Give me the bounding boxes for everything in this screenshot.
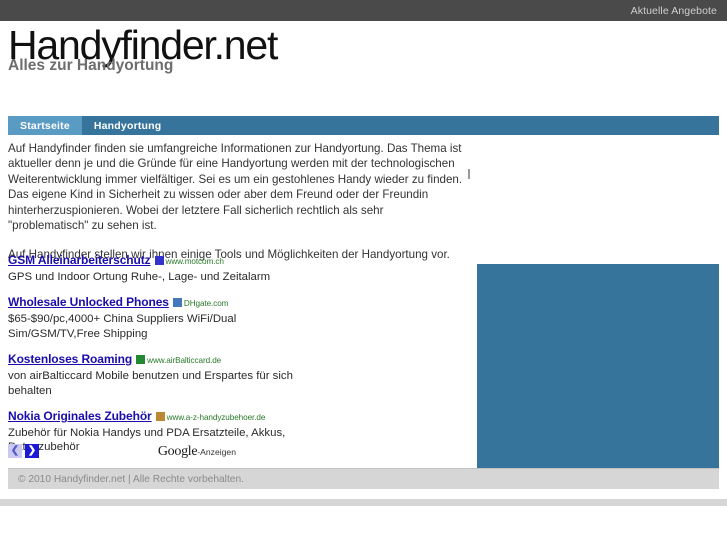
ads-footer: ❮ ❯ Google-Anzeigen [8, 444, 308, 462]
copyright-text: © 2010 Handyfinder.net | Alle Rechte vor… [18, 473, 244, 485]
site-tagline: Alles zur Handyortung [8, 57, 174, 74]
ad-item: Wholesale Unlocked Phones DHgate.com $65-… [8, 295, 308, 341]
nav-item-startseite[interactable]: Startseite [8, 116, 82, 135]
footer-strip [0, 499, 727, 506]
main-navigation: Startseite Handyortung [8, 116, 719, 135]
ad-description: $65-$90/pc,4000+ China Suppliers WiFi/Du… [8, 313, 237, 340]
ad-title-link[interactable]: Wholesale Unlocked Phones [8, 295, 169, 309]
google-wordmark: Google [157, 444, 198, 459]
ad-url: www.motcom.ch [154, 256, 224, 266]
ads-prev-arrow-icon[interactable]: ❮ [8, 444, 22, 458]
google-ads-suffix: -Anzeigen [197, 447, 236, 457]
favicon-icon [154, 256, 164, 265]
top-utility-bar: Aktuelle Angebote [0, 0, 727, 21]
favicon-icon [172, 298, 182, 308]
ad-item: Kostenloses Roaming www.airBalticcard.de … [8, 352, 308, 398]
sidebar-ad-panel[interactable] [477, 264, 719, 468]
ad-title-link[interactable]: Nokia Originales Zubehör [8, 409, 152, 423]
ad-url: www.a-z-handyzubehoer.de [155, 412, 265, 422]
ad-header: Nokia Originales Zubehör www.a-z-handyzub… [8, 409, 308, 425]
column-separator [468, 169, 470, 179]
current-offers-link[interactable]: Aktuelle Angebote [631, 5, 717, 17]
ad-description: von airBalticcard Mobile benutzen und Er… [8, 370, 293, 397]
content-area: Auf Handyfinder finden sie umfangreiche … [0, 141, 727, 468]
ad-header: GSM Alleinarbeiterschutz www.motcom.ch [8, 253, 308, 269]
favicon-icon [136, 355, 146, 365]
ad-item: GSM Alleinarbeiterschutz www.motcom.ch GP… [8, 253, 308, 284]
ad-url: www.airBalticcard.de [136, 355, 221, 365]
masthead: Handyfinder.net Alles zur Handyortung [0, 21, 727, 91]
intro-paragraph-1: Auf Handyfinder finden sie umfangreiche … [8, 142, 463, 233]
ad-title-link[interactable]: Kostenloses Roaming [8, 352, 132, 366]
favicon-icon [155, 412, 165, 422]
ad-header: Wholesale Unlocked Phones DHgate.com [8, 295, 308, 311]
ad-description: GPS und Indoor Ortung Ruhe-, Lage- und Z… [8, 271, 271, 283]
nav-item-handyortung[interactable]: Handyortung [82, 116, 174, 135]
google-ads-list: GSM Alleinarbeiterschutz www.motcom.ch GP… [8, 253, 308, 466]
ad-title-link[interactable]: GSM Alleinarbeiterschutz [8, 253, 151, 267]
google-ads-label: Google-Anzeigen [158, 444, 236, 459]
ad-url: DHgate.com [172, 298, 228, 308]
page-footer: © 2010 Handyfinder.net | Alle Rechte vor… [8, 468, 719, 489]
ads-next-arrow-icon[interactable]: ❯ [25, 444, 39, 458]
ad-header: Kostenloses Roaming www.airBalticcard.de [8, 352, 308, 368]
page-container: Handyfinder.net Alles zur Handyortung St… [0, 21, 727, 506]
